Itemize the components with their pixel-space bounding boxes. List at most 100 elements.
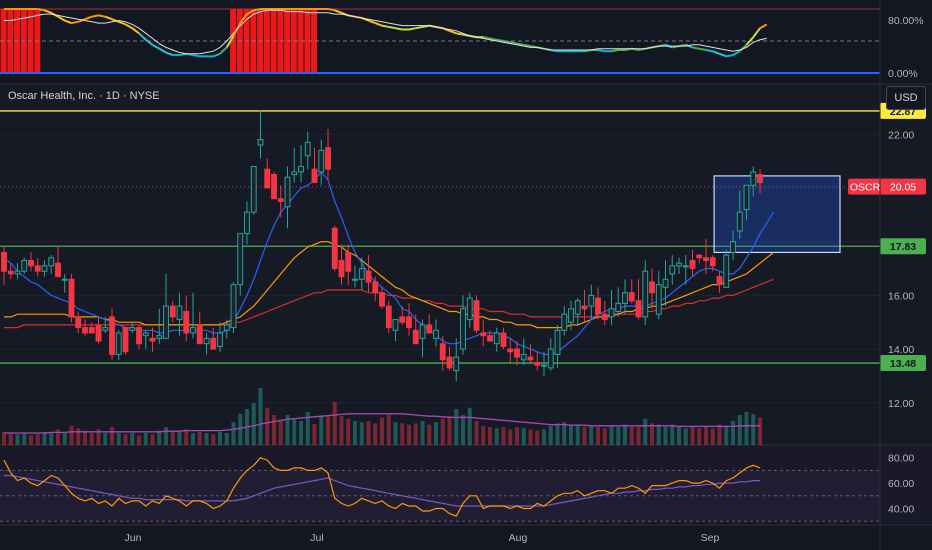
- volume-bar: [55, 429, 61, 445]
- candle-body: [622, 292, 628, 304]
- candle-body: [615, 302, 622, 312]
- oscillator-segment: [408, 27, 416, 31]
- volume-bar: [1, 431, 7, 445]
- volume-bar: [744, 412, 749, 445]
- volume-bar: [332, 401, 337, 445]
- candle-body: [385, 305, 392, 329]
- candle-body: [500, 332, 507, 347]
- candle-body: [68, 278, 75, 318]
- volume-bar: [582, 427, 587, 445]
- volume-bar: [109, 427, 115, 445]
- candle-body: [689, 259, 696, 270]
- volume-bar: [413, 423, 418, 445]
- candle-body: [365, 270, 372, 283]
- volume-bar: [312, 424, 317, 445]
- volume-bar: [568, 424, 574, 445]
- candle-body: [34, 265, 41, 272]
- candle-body: [628, 292, 635, 302]
- candle-body: [55, 262, 61, 278]
- candle-body: [149, 337, 156, 342]
- volume-bar: [751, 413, 756, 445]
- candle-body: [298, 165, 304, 173]
- candle-body: [696, 254, 703, 259]
- volume-bar: [757, 417, 763, 445]
- volume-bar: [251, 403, 256, 445]
- volume-bar: [393, 422, 398, 445]
- oscillator-segment: [692, 46, 700, 50]
- volume-bar: [460, 415, 466, 445]
- volume-bar: [238, 413, 243, 445]
- volume-bar: [535, 430, 540, 445]
- oscillator-segment: [388, 25, 396, 30]
- volume-bar: [622, 424, 628, 445]
- volume-bar: [143, 433, 148, 445]
- volume-bar: [474, 421, 479, 445]
- candle-body: [41, 265, 48, 272]
- candle-body: [595, 297, 601, 315]
- candle-body: [588, 294, 595, 307]
- volume-bar: [258, 388, 263, 445]
- volume-bar: [454, 409, 459, 445]
- price-panel-bg: [0, 84, 932, 445]
- volume-bar: [15, 434, 20, 445]
- volume-bar: [541, 429, 547, 445]
- time-axis-label: Jun: [125, 532, 142, 544]
- candle-body: [129, 327, 136, 331]
- candle-body: [102, 327, 109, 331]
- volume-bar: [22, 433, 27, 445]
- oscillator-segment: [456, 32, 464, 36]
- candle-body: [338, 259, 345, 278]
- oscillator-segment: [253, 8, 261, 12]
- level-price-tag-label: 13.48: [890, 358, 916, 370]
- candle-body: [163, 305, 169, 339]
- volume-bar: [184, 429, 189, 445]
- volume-bar: [508, 429, 513, 445]
- volume-bar: [528, 429, 533, 445]
- volume-bar: [717, 424, 722, 445]
- volume-bar: [663, 427, 668, 445]
- osc-axis-label: 80.00%: [888, 15, 924, 27]
- volume-bar: [28, 435, 34, 445]
- oscillator-segment: [71, 20, 79, 25]
- volume-bar: [649, 423, 655, 445]
- currency-button[interactable]: USD: [886, 86, 926, 110]
- candle-body: [527, 356, 534, 361]
- candle-body: [176, 305, 183, 321]
- rsi-axis-label: 60.00: [888, 478, 914, 490]
- oscillator-segment: [98, 14, 106, 18]
- candle-body: [244, 211, 250, 235]
- candle-body: [736, 211, 743, 232]
- volume-bar: [150, 434, 155, 445]
- volume-bar: [224, 433, 229, 445]
- oscillator-panel-bg: [0, 0, 932, 84]
- candle-body: [716, 276, 723, 286]
- candle-body: [723, 254, 730, 288]
- candle-body: [28, 259, 34, 267]
- candle-body: [203, 337, 210, 345]
- price-axis-label: 22.00: [888, 129, 914, 141]
- volume-bar: [49, 433, 54, 445]
- candle-body: [196, 324, 203, 345]
- volume-bar: [204, 433, 209, 445]
- volume-bar: [373, 423, 378, 445]
- volume-bar: [62, 433, 67, 445]
- volume-bar: [123, 434, 128, 445]
- volume-bar: [703, 427, 709, 445]
- candle-body: [115, 332, 122, 355]
- volume-bar: [494, 428, 499, 445]
- candle-body: [372, 281, 379, 294]
- candle-body: [743, 184, 750, 210]
- candle-body: [406, 316, 412, 329]
- volume-bar: [467, 407, 472, 445]
- candle-body: [419, 324, 426, 339]
- chart-canvas[interactable]: 80.00%0.00%22.0020.0018.0016.0014.0012.0…: [0, 0, 932, 550]
- volume-bar: [265, 407, 270, 445]
- candle-body: [142, 332, 149, 337]
- volume-bar: [271, 415, 277, 445]
- volume-bar: [89, 433, 94, 445]
- volume-bar: [386, 415, 391, 445]
- oscillator-segment: [726, 54, 734, 58]
- price-axis-label: 16.00: [888, 290, 914, 302]
- time-axis-label: Sep: [701, 532, 720, 544]
- candle-body: [291, 171, 298, 176]
